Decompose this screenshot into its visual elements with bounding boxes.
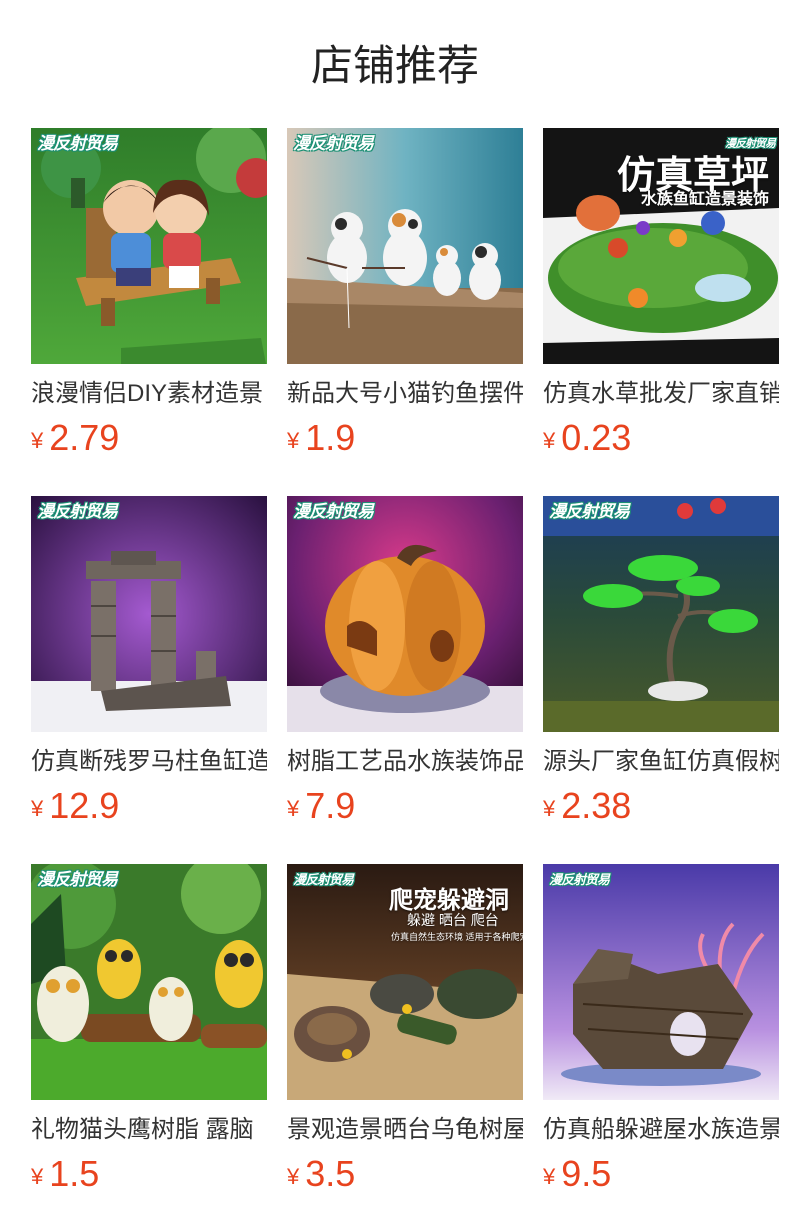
price-amount: 0.23 — [561, 417, 632, 458]
image-overlay-subtitle: 躲避 晒台 爬台 — [407, 912, 499, 928]
page-title: 店铺推荐 — [310, 42, 479, 89]
watermark-logo: 漫反射贸易 — [37, 502, 118, 521]
currency-symbol: ¥ — [31, 1164, 44, 1189]
product-card[interactable]: 漫反射贸易 源头厂家鱼缸仿真假树 ¥2.38 — [543, 496, 779, 836]
product-price: ¥3.5 — [287, 1154, 355, 1194]
currency-symbol: ¥ — [287, 428, 300, 453]
product-image-reptile-hideout[interactable]: 漫反射贸易 爬宠躲避洞 躲避 晒台 爬台 仿真自然生态环境 适用于各种爬宠 — [287, 864, 523, 1100]
product-price: ¥2.38 — [543, 786, 631, 826]
product-image-couple[interactable]: 漫反射贸易 — [31, 128, 267, 364]
product-price: ¥9.5 — [543, 1154, 611, 1194]
product-card[interactable]: 漫反射贸易 树脂工艺品水族装饰品 ¥7.9 — [287, 496, 523, 836]
product-name[interactable]: 礼物猫头鹰树脂 露脑 — [31, 1114, 267, 1146]
watermark-logo: 漫反射贸易 — [37, 870, 118, 889]
price-amount: 2.38 — [561, 785, 632, 826]
currency-symbol: ¥ — [31, 796, 44, 821]
product-card[interactable]: 漫反射贸易 礼物猫头鹰树脂 露脑 ¥1.5 — [31, 864, 267, 1204]
price-amount: 9.5 — [561, 1153, 612, 1194]
product-price: ¥1.5 — [31, 1154, 99, 1194]
price-amount: 12.9 — [49, 785, 120, 826]
product-card[interactable]: 漫反射贸易 仿真断残罗马柱鱼缸造 ¥12.9 — [31, 496, 267, 836]
product-name[interactable]: 仿真船躲避屋水族造景 — [543, 1114, 779, 1146]
watermark-logo: 漫反射贸易 — [37, 134, 118, 153]
watermark-logo: 漫反射贸易 — [549, 872, 610, 887]
currency-symbol: ¥ — [543, 1164, 556, 1189]
product-image-roman-column[interactable]: 漫反射贸易 — [31, 496, 267, 732]
product-image-shipwreck[interactable]: 漫反射贸易 — [543, 864, 779, 1100]
price-amount: 2.79 — [49, 417, 120, 458]
product-price: ¥2.79 — [31, 418, 119, 458]
product-name[interactable]: 新品大号小猫钓鱼摆件 — [287, 378, 523, 410]
product-price: ¥7.9 — [287, 786, 355, 826]
watermark-logo: 漫反射贸易 — [293, 502, 374, 521]
product-name[interactable]: 景观造景晒台乌龟树屋 — [287, 1114, 523, 1146]
price-amount: 1.9 — [305, 417, 356, 458]
price-amount: 1.5 — [49, 1153, 100, 1194]
watermark-logo: 漫反射贸易 — [293, 872, 354, 887]
product-price: ¥12.9 — [31, 786, 119, 826]
currency-symbol: ¥ — [543, 428, 556, 453]
product-image-fishing-cats[interactable]: 漫反射贸易 — [287, 128, 523, 364]
product-name[interactable]: 仿真断残罗马柱鱼缸造 — [31, 746, 267, 778]
product-name[interactable]: 仿真水草批发厂家直销 — [543, 378, 779, 410]
currency-symbol: ¥ — [31, 428, 44, 453]
product-card[interactable]: 漫反射贸易 仿真船躲避屋水族造景 ¥9.5 — [543, 864, 779, 1204]
price-amount: 3.5 — [305, 1153, 356, 1194]
product-price: ¥0.23 — [543, 418, 631, 458]
product-image-lawn[interactable]: 漫反射贸易 仿真草坪 水族鱼缸造景装饰 — [543, 128, 779, 364]
product-price: ¥1.9 — [287, 418, 355, 458]
product-name[interactable]: 树脂工艺品水族装饰品 — [287, 746, 523, 778]
product-image-pumpkin[interactable]: 漫反射贸易 — [287, 496, 523, 732]
product-card[interactable]: 漫反射贸易 新品大号小猫钓鱼摆件 ¥1.9 — [287, 128, 523, 468]
product-image-owls[interactable]: 漫反射贸易 — [31, 864, 267, 1100]
price-amount: 7.9 — [305, 785, 356, 826]
watermark-logo: 漫反射贸易 — [549, 502, 630, 521]
image-overlay-subtitle: 水族鱼缸造景装饰 — [641, 191, 770, 208]
currency-symbol: ¥ — [543, 796, 556, 821]
product-image-bonsai[interactable]: 漫反射贸易 — [543, 496, 779, 732]
currency-symbol: ¥ — [287, 1164, 300, 1189]
product-name[interactable]: 浪漫情侣DIY素材造景 — [31, 378, 267, 410]
watermark-logo: 漫反射贸易 — [293, 134, 374, 153]
image-overlay-caption: 仿真自然生态环境 适用于各种爬宠 — [391, 932, 523, 942]
product-card[interactable]: 漫反射贸易 爬宠躲避洞 躲避 晒台 爬台 仿真自然生态环境 适用于各种爬宠 景观… — [287, 864, 523, 1204]
product-card[interactable]: 漫反射贸易 仿真草坪 水族鱼缸造景装饰 仿真水草批发厂家直销 ¥0.23 — [543, 128, 779, 468]
product-name[interactable]: 源头厂家鱼缸仿真假树 — [543, 746, 779, 778]
product-card[interactable]: 漫反射贸易 浪漫情侣DIY素材造景 ¥2.79 — [31, 128, 267, 468]
currency-symbol: ¥ — [287, 796, 300, 821]
